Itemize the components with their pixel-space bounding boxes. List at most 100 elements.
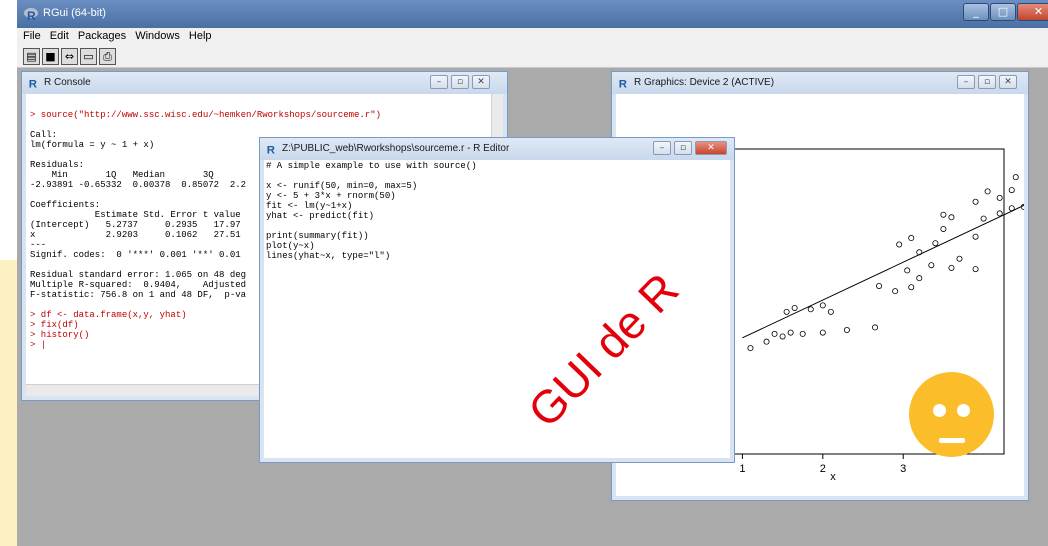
- r-logo-icon: R: [619, 78, 627, 90]
- scatter-point: [1008, 187, 1015, 194]
- scatter-point: [843, 326, 850, 333]
- minimize-button[interactable]: _: [963, 3, 989, 21]
- scatter-point: [908, 284, 915, 291]
- scatter-point: [972, 233, 979, 240]
- editor-close-button[interactable]: ✕: [695, 141, 727, 155]
- scatter-point: [996, 210, 1003, 217]
- r-logo-icon: R: [29, 78, 37, 90]
- editor-line: yhat <- predict(fit): [266, 211, 375, 221]
- scatter-point: [948, 264, 955, 271]
- menu-file[interactable]: File: [17, 28, 41, 42]
- scatter-point: [996, 194, 1003, 201]
- scatter-point: [932, 240, 939, 247]
- scatter-point: [799, 330, 806, 337]
- editor-line: # A simple example to use with source(): [266, 161, 477, 171]
- graphics-close-button[interactable]: ✕: [999, 75, 1017, 89]
- graphics-minimize-button[interactable]: –: [957, 75, 975, 89]
- r-editor-window: R Z:\PUBLIC_web\Rworkshops\sourceme.r - …: [259, 137, 735, 463]
- editor-lines: # A simple example to use with source() …: [266, 161, 477, 261]
- graphics-maximize-button[interactable]: ▫: [978, 75, 996, 89]
- svg-text:R: R: [619, 78, 627, 90]
- left-margin: [0, 0, 17, 546]
- scatter-point: [763, 338, 770, 345]
- svg-text:R: R: [29, 78, 37, 90]
- close-button[interactable]: ✕: [1017, 3, 1048, 21]
- emoji-right-eye: [957, 404, 970, 417]
- x-tick-label: 2: [820, 463, 826, 475]
- scatter-point: [908, 235, 915, 242]
- regression-line: [742, 204, 1024, 339]
- scatter-point: [1012, 174, 1019, 181]
- menu-windows[interactable]: Windows: [129, 28, 180, 42]
- menu-packages[interactable]: Packages: [72, 28, 126, 42]
- scatter-point: [904, 267, 911, 274]
- console-title: R Console: [44, 77, 91, 88]
- scatter-point: [819, 329, 826, 336]
- left-decor-strip: [0, 260, 17, 546]
- scatter-point: [896, 241, 903, 248]
- app-window-controls: _ □ ✕: [962, 3, 1048, 23]
- menu-edit[interactable]: Edit: [44, 28, 69, 42]
- scatter-point: [984, 188, 991, 195]
- editor-line: y <- 5 + 3*x + rnorm(50): [266, 191, 396, 201]
- scatter-point: [928, 262, 935, 269]
- scatter-point: [972, 266, 979, 273]
- menu-help[interactable]: Help: [183, 28, 212, 42]
- editor-minimize-button[interactable]: –: [653, 141, 671, 155]
- console-titlebar[interactable]: R R Console – ▫ ✕: [22, 72, 507, 94]
- graphics-titlebar[interactable]: R R Graphics: Device 2 (ACTIVE) – ▫ ✕: [612, 72, 1028, 94]
- editor-line: print(summary(fit)): [266, 231, 369, 241]
- scatter-point: [948, 214, 955, 221]
- editor-line: x <- runif(50, min=0, max=5): [266, 181, 418, 191]
- scatter-point: [807, 306, 814, 313]
- scatter-point: [876, 282, 883, 289]
- maximize-button[interactable]: □: [990, 3, 1016, 21]
- r-logo-icon: R: [24, 8, 38, 22]
- emoji-left-eye: [933, 404, 946, 417]
- scatter-point: [791, 304, 798, 311]
- scatter-point: [819, 302, 826, 309]
- scatter-point: [872, 324, 879, 331]
- svg-text:R: R: [267, 144, 275, 156]
- print-icon[interactable]: ⎙: [99, 48, 116, 65]
- app-title: RGui (64-bit): [43, 7, 106, 19]
- graphics-title: R Graphics: Device 2 (ACTIVE): [634, 77, 775, 88]
- console-maximize-button[interactable]: ▫: [451, 75, 469, 89]
- save-icon[interactable]: ■: [42, 48, 59, 65]
- scatter-point: [827, 308, 834, 315]
- x-tick-label: 3: [900, 463, 906, 475]
- editor-line: plot(y~x): [266, 241, 315, 251]
- emoji-mouth: [939, 438, 965, 443]
- svg-text:R: R: [27, 9, 36, 22]
- scatter-point: [940, 211, 947, 218]
- editor-line: lines(yhat~x, type="l"): [266, 251, 391, 261]
- scatter-point: [980, 215, 987, 222]
- console-line: > source("http://www.ssc.wisc.edu/~hemke…: [30, 110, 382, 120]
- console-minimize-button[interactable]: –: [430, 75, 448, 89]
- app-titlebar[interactable]: R RGui (64-bit) _ □ ✕: [17, 0, 1048, 28]
- scatter-point: [783, 308, 790, 315]
- scatter-point: [956, 255, 963, 262]
- scatter-point: [940, 225, 947, 232]
- editor-text-area[interactable]: # A simple example to use with source() …: [264, 160, 730, 458]
- scatter-point: [972, 198, 979, 205]
- neutral-face-emoji-icon: [909, 372, 994, 457]
- copy-paste-icon[interactable]: ⇔: [61, 48, 78, 65]
- scatter-point: [771, 330, 778, 337]
- window-icon[interactable]: ▭: [80, 48, 97, 65]
- x-axis-label: x: [830, 471, 836, 483]
- editor-maximize-button[interactable]: ▫: [674, 141, 692, 155]
- scatter-point: [747, 345, 754, 352]
- editor-line: fit <- lm(y~1+x): [266, 201, 353, 211]
- r-logo-icon: R: [267, 144, 275, 156]
- scatter-point: [787, 329, 794, 336]
- editor-titlebar[interactable]: R Z:\PUBLIC_web\Rworkshops\sourceme.r - …: [260, 138, 734, 160]
- open-script-icon[interactable]: ▤: [23, 48, 40, 65]
- x-tick-label: 1: [739, 463, 745, 475]
- editor-title: Z:\PUBLIC_web\Rworkshops\sourceme.r - R …: [282, 143, 510, 154]
- toolbar: ▤ ■ ⇔ ▭ ⎙: [17, 46, 1048, 68]
- console-close-button[interactable]: ✕: [472, 75, 490, 89]
